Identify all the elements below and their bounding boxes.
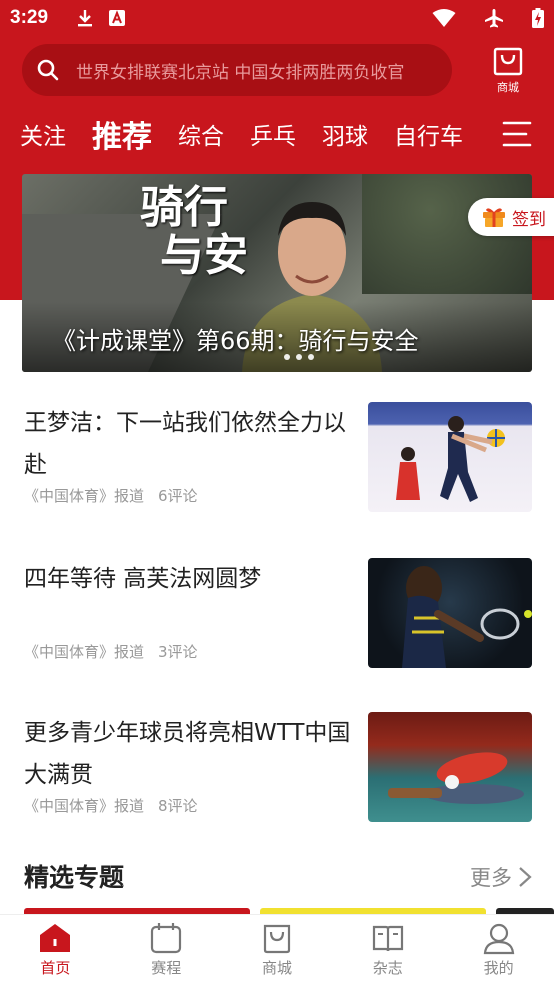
tab-follow[interactable]: 关注 [20, 117, 66, 151]
shopping-bag-icon [263, 924, 291, 954]
user-icon [483, 923, 514, 955]
app-notification-icon [109, 10, 126, 26]
nav-magazine[interactable]: 杂志 [332, 915, 443, 984]
nav-label: 我的 [483, 959, 514, 977]
tab-cycling[interactable]: 自行车 [394, 117, 463, 151]
nav-label: 杂志 [372, 959, 403, 977]
news-meta: 《中国体育》报道 8评论 [24, 795, 198, 816]
news-item[interactable]: 更多青少年球员将亮相WTT中国大满贯 《中国体育》报道 8评论 [24, 712, 532, 822]
tab-table-tennis[interactable]: 乒乓 [250, 117, 296, 151]
news-comment-count: 3评论 [158, 643, 198, 661]
news-title: 四年等待 高芙法网圆梦 [24, 566, 262, 592]
news-source: 《中国体育》报道 [24, 797, 145, 815]
nav-mall[interactable]: 商城 [222, 915, 333, 984]
news-item[interactable]: 四年等待 高芙法网圆梦 《中国体育》报道 3评论 [24, 558, 532, 668]
nav-label: 首页 [40, 959, 71, 977]
news-thumbnail [368, 558, 532, 668]
carousel-dot [296, 354, 302, 360]
news-meta: 《中国体育》报道 3评论 [24, 641, 198, 662]
tennis-player-image [402, 566, 532, 668]
download-icon [78, 10, 93, 27]
news-source: 《中国体育》报道 [24, 487, 145, 505]
status-bar: 3:29 [0, 0, 554, 36]
featured-section-title: 精选专题 [24, 863, 125, 892]
carousel-dot [284, 354, 290, 360]
news-comment-count: 6评论 [158, 487, 198, 505]
gift-icon [483, 208, 505, 227]
news-thumbnail [368, 402, 532, 512]
carousel-dot [308, 354, 314, 360]
carousel-indicator [284, 354, 314, 360]
more-label: 更多 [470, 866, 512, 890]
nav-profile[interactable]: 我的 [443, 915, 554, 984]
news-item[interactable]: 王梦洁：下一站我们依然全力以赴 《中国体育》报道 6评论 [24, 402, 532, 512]
banner-overlay-line: 骑行 [140, 182, 228, 233]
search-input[interactable]: 世界女排联赛北京站 中国女排两胜两负收官 [22, 44, 452, 96]
search-placeholder: 世界女排联赛北京站 中国女排两胜两负收官 [76, 62, 405, 83]
airplane-mode-icon [485, 9, 503, 28]
home-icon [40, 924, 71, 952]
banner-caption: 《计成课堂》第66期：骑行与安全 [52, 327, 419, 355]
channel-menu-icon[interactable] [502, 120, 532, 148]
checkin-button[interactable]: 签到 [468, 198, 554, 236]
nav-label: 商城 [261, 959, 292, 977]
tab-general[interactable]: 综合 [178, 117, 224, 151]
status-time: 3:29 [10, 7, 49, 28]
banner-carousel[interactable]: 骑行 与安 《计成课堂》第66期：骑行与安全 [22, 174, 532, 372]
nav-label: 赛程 [151, 959, 182, 977]
mall-label: 商城 [497, 81, 519, 94]
chevron-right-icon [519, 867, 532, 887]
news-meta: 《中国体育》报道 6评论 [24, 485, 198, 506]
wifi-icon [432, 9, 456, 27]
news-title: 更多青少年球员将亮相WTT中国大满贯 [24, 720, 351, 788]
news-comment-count: 8评论 [158, 797, 198, 815]
nav-schedule[interactable]: 赛程 [111, 915, 222, 984]
calendar-icon [151, 923, 182, 954]
news-title: 王梦洁：下一站我们依然全力以赴 [24, 410, 346, 478]
news-thumbnail [368, 712, 532, 822]
volleyball-player-image [396, 416, 505, 502]
banner-overlay-text: 骑行 与安 [140, 184, 248, 280]
news-source: 《中国体育》报道 [24, 643, 145, 661]
checkin-label: 签到 [512, 209, 546, 230]
battery-charging-icon [532, 8, 544, 28]
tab-badminton[interactable]: 羽球 [322, 117, 368, 151]
banner-overlay-line: 与安 [160, 230, 248, 281]
bottom-navigation: 首页 赛程 商城 杂志 我的 [0, 914, 554, 984]
featured-more-link[interactable]: 更多 [470, 862, 532, 892]
table-tennis-paddles-image [388, 752, 524, 804]
search-icon [37, 59, 59, 81]
search-row: 世界女排联赛北京站 中国女排两胜两负收官 商城 [22, 42, 532, 98]
magazine-icon [372, 925, 403, 952]
mall-button[interactable]: 商城 [484, 45, 532, 95]
tab-recommended[interactable]: 推荐 [92, 112, 152, 156]
shopping-bag-icon [493, 47, 523, 76]
nav-home[interactable]: 首页 [0, 915, 111, 984]
channel-tabs: 关注 推荐 综合 乒乓 羽球 自行车 [0, 112, 554, 156]
